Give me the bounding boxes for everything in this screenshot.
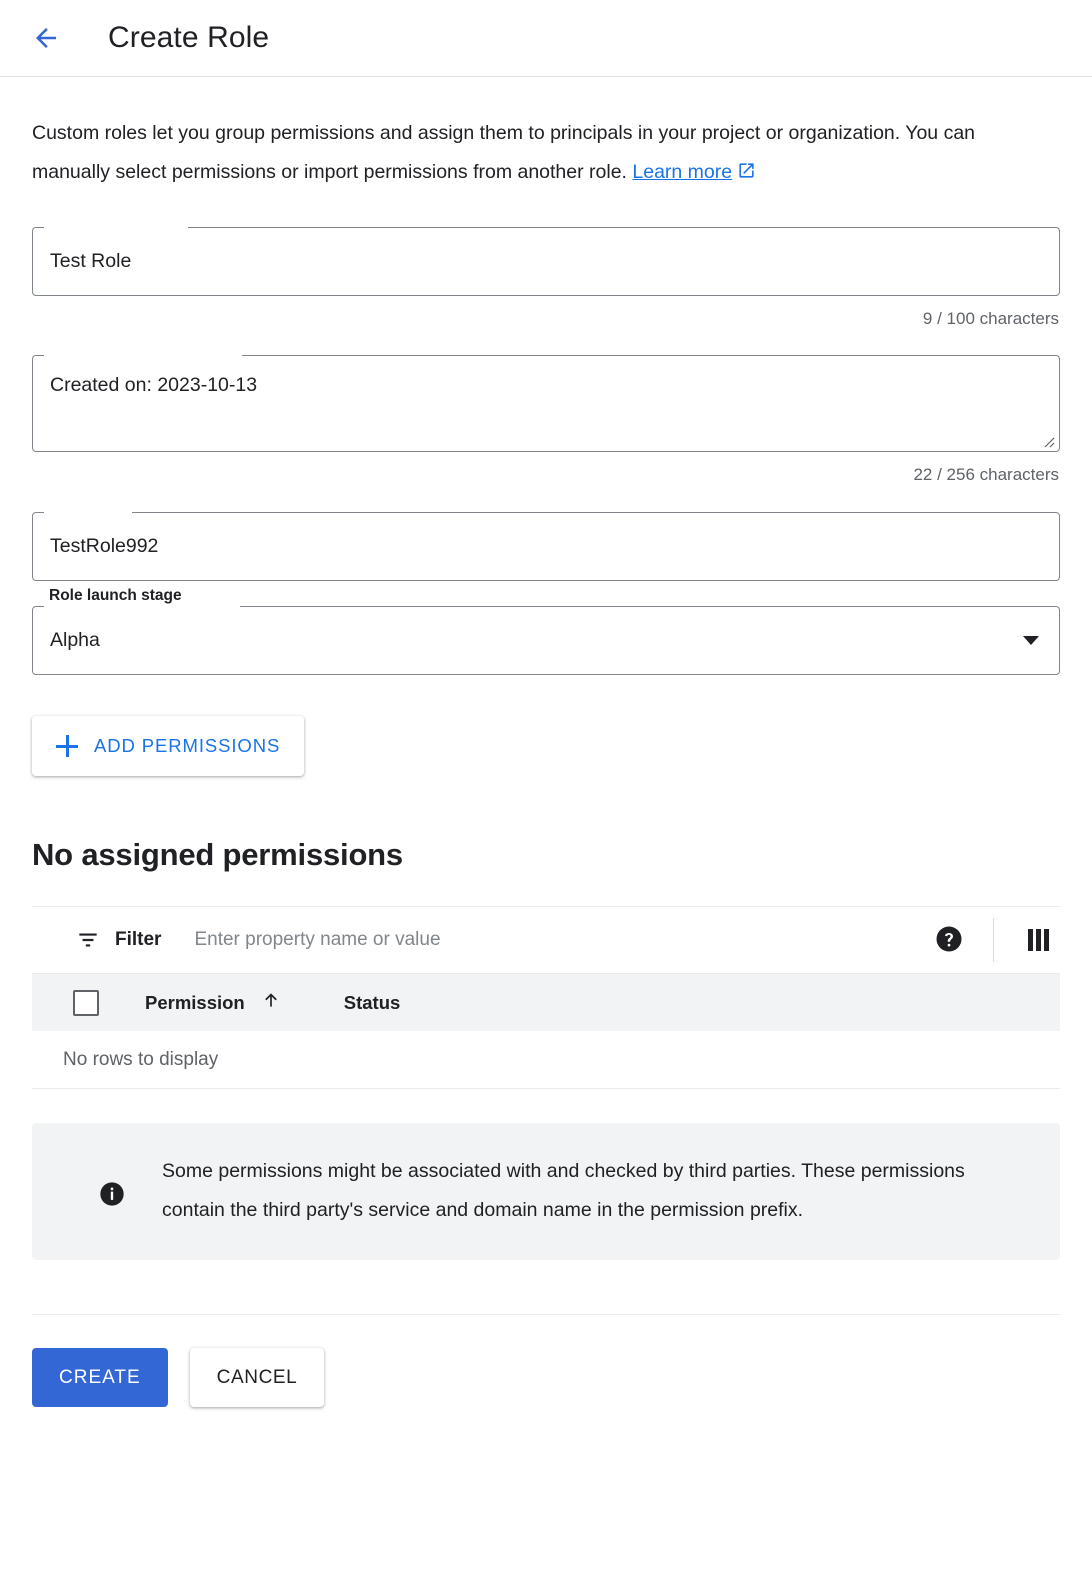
column-header-status[interactable]: Status — [344, 992, 401, 1014]
role-id-input[interactable] — [33, 513, 1059, 580]
permissions-table-empty-message: No rows to display — [32, 1031, 1060, 1089]
footer-divider — [32, 1314, 1060, 1315]
role-description-field-wrap: 22 / 256 characters — [32, 355, 1060, 485]
filter-help-button[interactable] — [927, 918, 971, 962]
help-filled-icon — [934, 924, 964, 957]
filter-list-icon[interactable] — [74, 926, 102, 954]
role-description-label-notch — [44, 355, 242, 357]
role-id-outline — [32, 512, 1060, 581]
role-title-counter: 9 / 100 characters — [922, 309, 1059, 328]
column-header-permission[interactable]: Permission — [145, 989, 281, 1016]
back-button[interactable] — [22, 14, 70, 62]
role-launch-stage-select[interactable]: Role launch stage Alpha — [32, 587, 1060, 675]
role-title-input[interactable] — [33, 228, 1059, 295]
form-actions: CREATE CANCEL — [32, 1348, 1060, 1437]
intro-paragraph: Custom roles let you group permissions a… — [32, 114, 1032, 194]
role-id-label-notch — [44, 512, 132, 514]
third-party-info-text: Some permissions might be associated wit… — [162, 1160, 965, 1221]
arrow-back-icon — [31, 23, 61, 53]
role-description-outline — [32, 355, 1060, 452]
cancel-button[interactable]: CANCEL — [189, 1348, 325, 1407]
learn-more-label: Learn more — [632, 161, 733, 183]
info-filled-icon — [98, 1180, 126, 1208]
permissions-table-header: Permission Status — [32, 973, 1060, 1031]
page-title: Create Role — [108, 21, 270, 54]
role-launch-stage-label: Role launch stage — [47, 587, 184, 605]
role-description-counter: 22 / 256 characters — [913, 465, 1059, 484]
plus-icon — [56, 735, 78, 757]
app-bar: Create Role — [0, 0, 1092, 77]
intro-text: Custom roles let you group permissions a… — [32, 122, 976, 183]
permissions-section-heading: No assigned permissions — [32, 837, 403, 872]
role-title-field-wrap: 9 / 100 characters — [32, 227, 1060, 329]
create-button[interactable]: CREATE — [32, 1348, 168, 1407]
select-all-checkbox[interactable] — [73, 989, 99, 1016]
column-display-options-icon — [1027, 929, 1049, 951]
arrow-upward-icon — [261, 989, 281, 1016]
filter-label: Filter — [115, 929, 162, 950]
open-in-new-icon — [737, 155, 756, 194]
role-launch-stage-value: Alpha — [50, 629, 100, 651]
column-header-permission-label: Permission — [145, 991, 245, 1013]
filter-bar-divider — [993, 918, 994, 962]
filter-bar: Filter — [32, 907, 1060, 973]
add-permissions-label: ADD PERMISSIONS — [94, 735, 281, 756]
learn-more-link[interactable]: Learn more — [632, 161, 732, 183]
third-party-info-banner: Some permissions might be associated wit… — [32, 1123, 1060, 1260]
add-permissions-button[interactable]: ADD PERMISSIONS — [32, 716, 305, 776]
role-title-outline — [32, 227, 1060, 296]
role-title-label-notch — [44, 227, 188, 229]
filter-input[interactable] — [192, 928, 927, 952]
role-description-textarea[interactable] — [33, 356, 1059, 451]
page-content: Custom roles let you group permissions a… — [0, 114, 1092, 1437]
column-display-options-button[interactable] — [1016, 918, 1060, 962]
chevron-down-icon[interactable] — [1023, 607, 1039, 674]
role-launch-stage-wrap: Role launch stage Alpha — [32, 587, 1060, 675]
role-id-field-wrap — [32, 512, 1060, 581]
